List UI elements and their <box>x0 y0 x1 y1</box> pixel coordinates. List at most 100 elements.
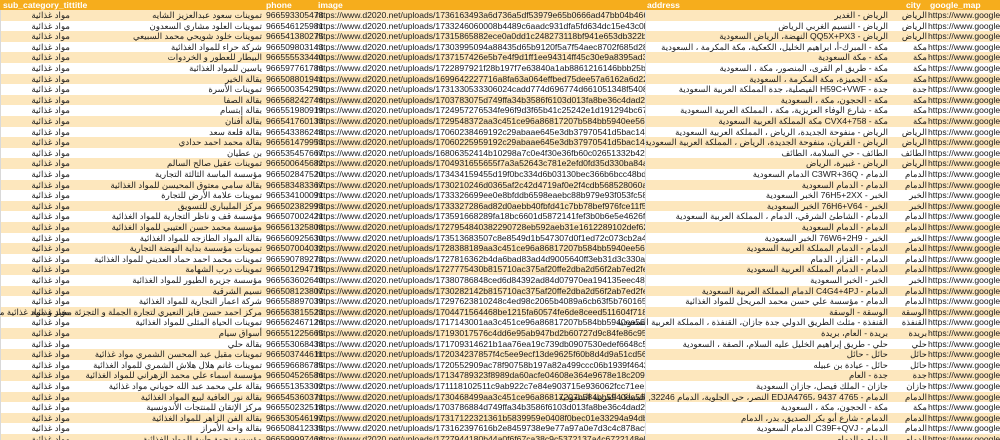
google-map-cell[interactable]: https://www.google. <box>928 392 1000 403</box>
city-cell[interactable]: حائل <box>890 349 927 360</box>
title-cell[interactable]: بقالة المواد الطازجه للمواد الغذائية <box>72 233 262 244</box>
google-map-cell[interactable]: https://www.google. <box>928 127 1000 138</box>
title-cell[interactable]: مؤسسة قف و ناظر التجارية للمواد الغذائية <box>72 211 262 222</box>
google-map-cell[interactable]: https://www.google. <box>928 349 1000 360</box>
title-cell[interactable]: أسواق سيام <box>72 328 262 339</box>
address-cell[interactable]: حائل - عيادة بن عبيله <box>560 360 888 371</box>
city-cell[interactable]: الرياض <box>890 21 927 32</box>
phone-cell[interactable]: 966530546197 <box>266 413 323 424</box>
address-cell[interactable]: مكة - الجميزة، مكة المكرمة ، السعودية <box>560 74 888 85</box>
sub-category-cell[interactable]: مواد غذائية <box>0 179 70 191</box>
city-cell[interactable]: الدمام <box>890 286 927 297</box>
phone-cell[interactable]: 966551225665 <box>266 328 323 339</box>
address-cell[interactable]: الدمام - شارع أبو بكر الصديق، بدر، الدما… <box>560 413 888 424</box>
title-cell[interactable]: تموينات درب الشهامة <box>72 264 262 275</box>
google-map-cell[interactable]: https://www.google. <box>928 31 1000 42</box>
city-cell[interactable]: جدة <box>890 84 927 95</box>
column-header-sub-category-title[interactable]: sub_category_title <box>3 0 72 10</box>
city-cell[interactable]: الرياض <box>890 127 927 138</box>
phone-cell[interactable]: 966599997466 <box>266 434 323 440</box>
sub-category-cell[interactable]: مواد غذائية <box>0 200 70 212</box>
sub-category-cell[interactable]: مواد غذائية <box>0 402 70 413</box>
city-cell[interactable]: الدمام <box>890 434 927 440</box>
address-cell[interactable]: مكة - شارع الوفاء العزيزية، مكة ، المملك… <box>560 105 888 116</box>
sub-category-cell[interactable]: مواد غذائية <box>0 264 70 275</box>
address-cell[interactable]: الدمام - الشاطئ الشرقي، الدمام ، المملكة… <box>560 211 888 222</box>
title-cell[interactable]: مؤسسة محمد حسن العتيبي للمواد الغذائية <box>72 222 262 233</box>
address-cell[interactable]: القنفذة - مثلث الطريق الدولي جدة جازان، … <box>560 317 888 328</box>
title-cell[interactable]: مؤسسة الماسة الثالثة التجارية <box>72 169 262 180</box>
phone-cell[interactable]: 966555533440 <box>266 52 323 63</box>
city-cell[interactable]: مكة <box>890 402 927 413</box>
google-map-cell[interactable]: https://www.google. <box>928 423 1000 434</box>
address-cell[interactable]: الدمام - C4G4+4PJ الدمام المملكة العربية… <box>560 286 888 297</box>
city-cell[interactable]: الدمام <box>890 180 927 191</box>
title-cell[interactable]: تموينات عقيل صالح السالم <box>72 158 262 169</box>
google-map-cell[interactable]: https://www.google. <box>928 116 1000 127</box>
phone-cell[interactable]: 966568242746 <box>266 95 323 106</box>
phone-cell[interactable]: 966558897039 <box>266 296 323 307</box>
address-cell[interactable]: الدمام - الدمام السعودية <box>560 222 888 233</box>
title-cell[interactable]: البيطار للعطور و الخردوات <box>72 52 262 63</box>
city-cell[interactable]: الدمام <box>890 392 927 403</box>
sub-category-cell[interactable]: مواد غذائية <box>0 423 70 434</box>
phone-cell[interactable]: 966500645682 <box>266 158 323 169</box>
google-map-cell[interactable]: https://www.google. <box>928 275 1000 286</box>
city-cell[interactable]: الدمام <box>890 243 927 254</box>
sub-category-cell[interactable]: مواد غذائية <box>0 105 70 116</box>
google-map-cell[interactable]: https://www.google. <box>928 63 1000 74</box>
address-cell[interactable]: الخبر - الخبر السعودية <box>560 275 888 286</box>
phone-cell[interactable]: 966597761786 <box>266 63 323 74</box>
phone-cell[interactable]: 966546125981 <box>266 21 323 32</box>
phone-cell[interactable]: 966507002421 <box>266 211 323 222</box>
phone-cell[interactable]: 966508123807 <box>266 286 323 297</box>
city-cell[interactable]: الخبر <box>890 233 927 244</box>
city-cell[interactable]: مكة <box>890 116 927 127</box>
google-map-cell[interactable]: https://www.google. <box>928 402 1000 413</box>
title-cell[interactable]: تموينات العلود مشاري السعدون <box>72 21 262 32</box>
google-map-cell[interactable]: https://www.google. <box>928 105 1000 116</box>
phone-cell[interactable]: 966504526586 <box>266 370 323 381</box>
sub-category-cell[interactable]: مواد غذائية <box>0 190 70 201</box>
title-cell[interactable]: تموينات الأسرة <box>72 84 262 95</box>
title-cell[interactable]: شركة حراء للمواد الغذائية <box>72 42 262 53</box>
google-map-cell[interactable]: https://www.google. <box>928 148 1000 159</box>
city-cell[interactable]: الدمام <box>890 264 927 275</box>
sub-category-cell[interactable]: مواد غذائية <box>0 211 70 222</box>
city-cell[interactable]: حلي <box>890 339 927 350</box>
sub-category-cell[interactable]: مواد غذائية <box>0 41 70 53</box>
title-cell[interactable]: بقالة الفن الزاهر للمواد الغذائية <box>72 413 262 424</box>
google-map-cell[interactable]: https://www.google. <box>928 10 1000 21</box>
google-map-cell[interactable]: https://www.google. <box>928 317 1000 328</box>
google-map-cell[interactable]: https://www.google. <box>928 413 1000 424</box>
city-cell[interactable]: الدمام <box>890 169 927 180</box>
title-cell[interactable]: بقالة واحة الأمراز <box>72 423 262 434</box>
google-map-cell[interactable]: https://www.google. <box>928 201 1000 212</box>
google-map-cell[interactable]: https://www.google. <box>928 74 1000 85</box>
sub-category-cell[interactable]: مواد غذائية <box>0 10 70 21</box>
title-cell[interactable]: بقالة علي محمد عبد الله حوباني مواد غذائ… <box>72 381 262 392</box>
phone-cell[interactable]: 966507004032 <box>266 243 323 254</box>
google-map-cell[interactable]: https://www.google. <box>928 180 1000 191</box>
city-cell[interactable]: الرياض <box>890 158 927 169</box>
phone-cell[interactable]: 966553068438 <box>266 339 323 350</box>
google-map-cell[interactable]: https://www.google. <box>928 296 1000 307</box>
phone-cell[interactable]: 966551980919 <box>266 105 323 116</box>
phone-cell[interactable]: 966543386248 <box>266 127 323 138</box>
address-cell[interactable]: الرياض - QQ5X+PX3 النهضة، الرياض السعودي… <box>560 31 888 42</box>
address-cell[interactable]: الدمام - القزاز، الدمام <box>560 254 888 265</box>
city-cell[interactable]: مكة <box>890 52 927 63</box>
title-cell[interactable]: تموينات مؤسسة بداية النهضة التجارية <box>72 243 262 254</box>
city-cell[interactable]: مكة <box>890 105 927 116</box>
phone-cell[interactable]: 966596686785 <box>266 360 323 371</box>
address-cell[interactable]: مكة - الحجون، مكة ، السعودية <box>560 95 888 106</box>
title-cell[interactable]: تموينات علامة الأرض للتجارة <box>72 190 262 201</box>
city-cell[interactable]: الدمام <box>890 254 927 265</box>
column-header-image[interactable]: image <box>318 0 647 10</box>
address-cell[interactable]: الدمام - C3WR+36Q الدمام السعودية <box>560 169 888 180</box>
sub-category-cell[interactable]: مواد غذائية <box>0 31 70 42</box>
sub-category-cell[interactable]: مواد غذائية <box>0 391 70 403</box>
address-cell[interactable]: الرياض - الفريان، منفوحة الجديدة، الرياض… <box>560 137 888 148</box>
phone-cell[interactable]: 966560925630 <box>266 233 323 244</box>
address-cell[interactable]: الدمام - 4765 EDJA4765، 9437 النصر، حي ا… <box>559 392 888 403</box>
